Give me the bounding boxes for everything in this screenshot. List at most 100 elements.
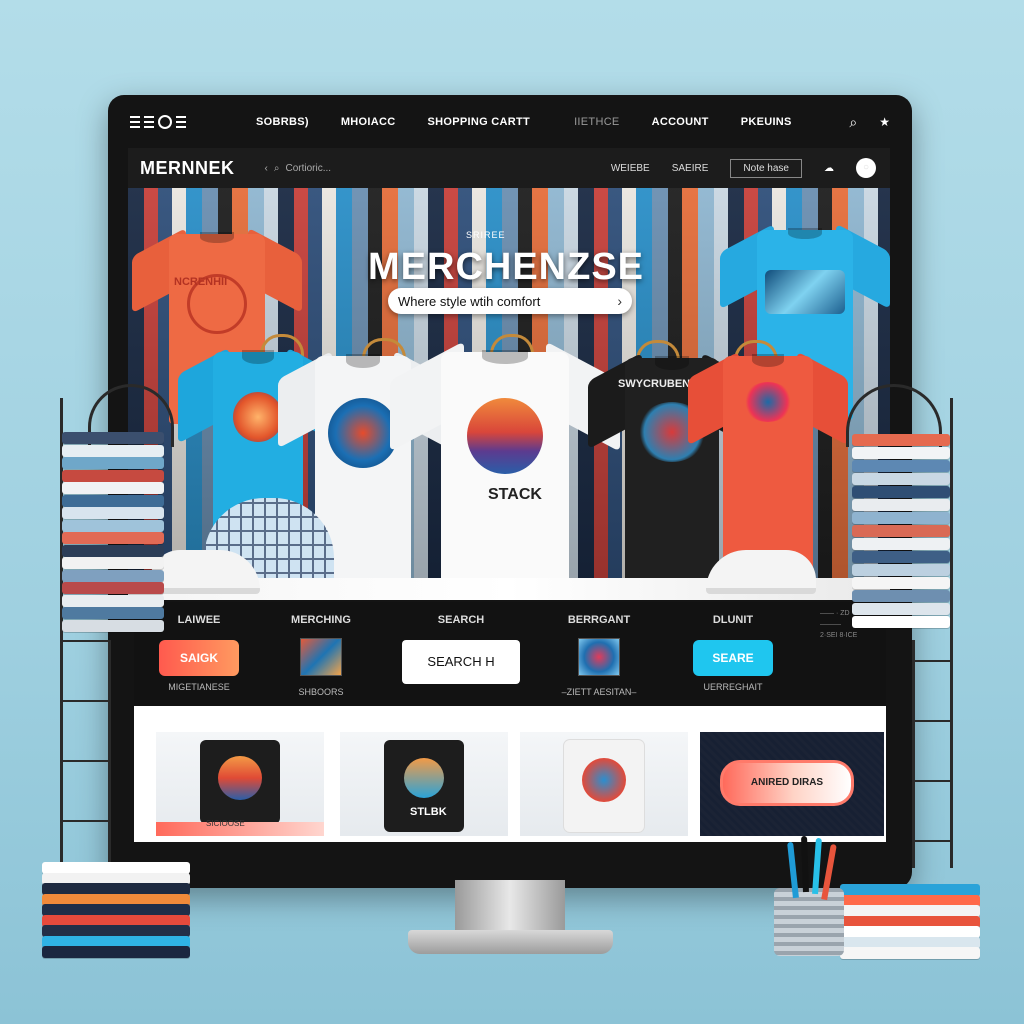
folded-shirt (852, 603, 950, 615)
header-link-weiebe[interactable]: WEIEBE (611, 163, 650, 174)
top-nav-left-icons (130, 115, 186, 129)
search-icon[interactable]: ⌕ (849, 114, 857, 131)
monitor-stand-foot (408, 930, 613, 954)
folded-shirt (42, 946, 190, 958)
category-caption: SHBOORS (298, 687, 344, 697)
folded-shirt (62, 557, 164, 569)
category-caption: UERREGHAIT (703, 682, 763, 692)
black-tee-print-text: SWYCRUBENS (618, 378, 698, 390)
menu-icon[interactable] (130, 116, 140, 128)
left-tee-print-text: NCRENHII (174, 276, 228, 288)
folded-shirt (852, 525, 950, 537)
merching-thumbnail[interactable] (300, 638, 342, 676)
product-card[interactable] (520, 732, 688, 836)
nav-link-account[interactable]: ACCOUNT (652, 116, 709, 128)
header-link-saeire[interactable]: SAEIRE (672, 163, 709, 174)
nav-link-iiethce[interactable]: IIETHCE (574, 116, 620, 128)
top-nav: SOBRBS) MHOIACC SHOPPING CARTT IIETHCE A… (130, 104, 890, 140)
saigk-button[interactable]: SAIGK (159, 640, 239, 676)
rack-leg (950, 398, 953, 868)
hero-tag: SRIREE (466, 230, 506, 240)
coral-tee[interactable] (688, 351, 848, 578)
cloud-icon[interactable]: ☁ (824, 163, 834, 174)
rack-rung (912, 660, 952, 662)
rack-rung (60, 760, 110, 762)
folded-shirt (62, 507, 164, 519)
folded-shirt (62, 607, 164, 619)
berrgant-thumbnail[interactable] (578, 638, 620, 676)
menu-icon-2[interactable] (144, 116, 154, 128)
folded-shirt (62, 469, 164, 482)
list-icon[interactable] (176, 116, 186, 128)
hero-title: MERCHENZSE (368, 246, 645, 288)
white-sneaker-right (706, 550, 816, 594)
folded-shirt (852, 551, 950, 563)
folded-shirt (62, 532, 164, 544)
header-search[interactable]: ‹ ⌕ Cortioric... (265, 163, 332, 174)
search-icon: ⌕ (273, 162, 280, 174)
rack-leg (108, 640, 111, 868)
folded-shirt (852, 460, 950, 472)
tagline-pill[interactable]: Where style wtih comfort › (388, 288, 632, 314)
promo-card: ANIRED DIRAS (700, 732, 884, 836)
pencil-cup (774, 888, 844, 956)
folded-shirt (62, 432, 164, 444)
nav-link-mhoiacc[interactable]: MHOIACC (341, 116, 396, 128)
product-label: SICIOOSE (206, 819, 245, 828)
rack-rung (912, 840, 952, 842)
white-tee-stack[interactable]: STACK (390, 341, 620, 588)
seare-button[interactable]: SEARE (693, 640, 773, 676)
folded-shirt (62, 457, 164, 469)
rack-rung (912, 720, 952, 722)
category-search: SEARCH SEARCH H (396, 602, 526, 684)
folded-shirt (852, 447, 950, 459)
note-box[interactable]: Note hase (730, 158, 802, 178)
rack-leg (912, 640, 915, 868)
category-bar: LAIWEE SAIGK MIGETIANESE MERCHING SHBOOR… (134, 602, 886, 706)
product-card[interactable]: SICIOOSE (156, 732, 324, 836)
folded-shirt (852, 434, 950, 446)
settings-icon[interactable] (158, 115, 172, 129)
nav-link-sobrbs[interactable]: SOBRBS) (256, 116, 309, 128)
site-header: MERNNEK ‹ ⌕ Cortioric... WEIEBE SAEIRE N… (128, 148, 890, 188)
folded-shirt (852, 616, 950, 628)
category-title: SEARCH (437, 614, 485, 626)
header-search-placeholder: Cortioric... (285, 162, 332, 174)
folded-shirt (62, 544, 164, 557)
chevron-right-icon: › (617, 293, 622, 309)
rack-rung (912, 780, 952, 782)
folded-shirt (62, 494, 164, 507)
folded-shirt (852, 512, 950, 524)
site-logo[interactable]: MERNNEK (140, 158, 235, 179)
category-dlunit: DLUNIT SEARE UERREGHAIT (668, 602, 798, 692)
header-links: WEIEBE SAEIRE Note hase ☁ ○ (611, 158, 876, 178)
user-icon[interactable]: ○ (856, 158, 876, 178)
folded-shirt (852, 564, 950, 576)
product-label: STLBK (410, 806, 447, 818)
folded-shirt (62, 482, 164, 494)
nav-link-shopping-cart[interactable]: SHOPPING CARTT (427, 116, 530, 128)
folded-shirt (840, 947, 980, 959)
category-caption: –ZIETT AESITAN– (561, 687, 637, 697)
chevron-icon: ‹ (264, 162, 268, 174)
product-strip: SICIOOSE STLBK ANIRED DIRAS (134, 706, 886, 842)
nav-link-pkeuins[interactable]: PKEUINS (741, 116, 792, 128)
hero-banner: SRIREE MERCHENZSE Where style wtih comfo… (128, 188, 890, 600)
folded-shirt (852, 473, 950, 485)
product-card[interactable]: STLBK (340, 732, 508, 836)
search-input[interactable]: SEARCH H (402, 640, 520, 684)
rack-rung (60, 640, 110, 642)
category-title: DLUNIT (712, 614, 754, 626)
folded-shirt (852, 590, 950, 602)
star-icon[interactable]: ★ (879, 115, 890, 129)
folded-shirt (62, 444, 164, 457)
folded-shirt (62, 594, 164, 607)
rack-rung (60, 820, 110, 822)
promo-button[interactable]: ANIRED DIRAS (720, 760, 854, 806)
folded-shirt (62, 519, 164, 532)
folded-shirt (852, 499, 950, 511)
folded-shirt (852, 538, 950, 550)
category-title: BERRGANT (567, 614, 631, 626)
top-nav-links: SOBRBS) MHOIACC SHOPPING CARTT IIETHCE A… (256, 116, 827, 128)
category-berrgant: BERRGANT –ZIETT AESITAN– (534, 602, 664, 697)
